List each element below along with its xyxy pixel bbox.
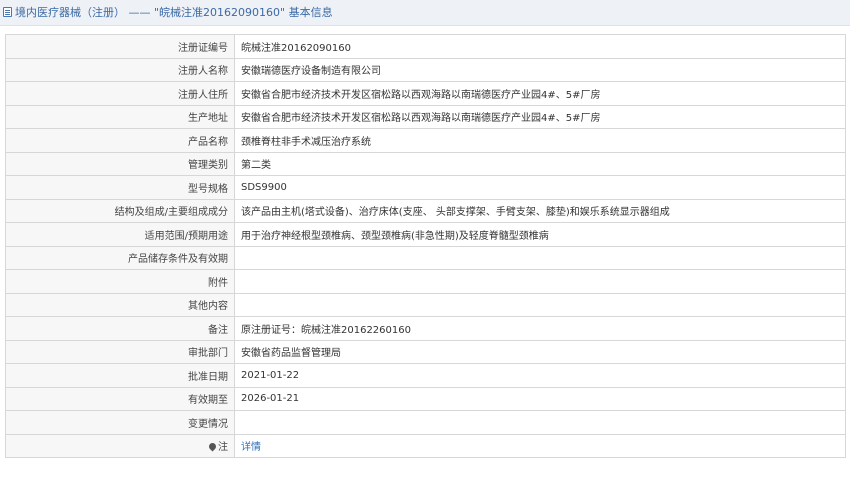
row-label: 结构及组成/主要组成成分 [5,198,235,223]
row-label: 变更情况 [5,410,235,435]
row-label: 注册人名称 [5,57,235,82]
row-value: SDS9900 [234,175,846,200]
table-row: 附件 [5,269,846,294]
table-row: 批准日期 2021-01-22 [5,363,846,388]
row-value [234,269,846,294]
row-value: 2026-01-21 [234,386,846,411]
row-label: 注册证编号 [5,34,235,59]
note-row: 注 详情 [5,433,846,458]
row-label: 适用范围/预期用途 [5,222,235,247]
table-row: 型号规格 SDS9900 [5,175,846,200]
row-label: 管理类别 [5,151,235,176]
row-label: 备注 [5,316,235,341]
page-header: 境内医疗器械（注册） —— "皖械注准20162090160" 基本信息 [0,0,850,26]
table-row: 审批部门 安徽省药品监督管理局 [5,339,846,364]
table-row: 注册人名称 安徽瑞德医疗设备制造有限公司 [5,57,846,82]
row-value: 用于治疗神经根型颈椎病、颈型颈椎病(非急性期)及轻度脊髓型颈椎病 [234,222,846,247]
table-row: 管理类别 第二类 [5,151,846,176]
document-icon [3,7,12,17]
note-value-cell: 详情 [234,433,846,458]
row-value [234,292,846,317]
table-row: 产品名称 颈椎脊柱非手术减压治疗系统 [5,128,846,153]
row-label: 注册人住所 [5,81,235,106]
table-row: 备注 原注册证号：皖械注准20162260160 [5,316,846,341]
row-value: 颈椎脊柱非手术减压治疗系统 [234,128,846,153]
row-label: 型号规格 [5,175,235,200]
note-label: 注 [218,442,228,454]
row-label: 审批部门 [5,339,235,364]
row-label: 有效期至 [5,386,235,411]
row-value: 第二类 [234,151,846,176]
row-value: 安徽省合肥市经济技术开发区宿松路以西观海路以南瑞德医疗产业园4#、5#厂房 [234,104,846,129]
table-row: 注册证编号 皖械注准20162090160 [5,34,846,59]
row-value: 2021-01-22 [234,363,846,388]
row-label: 生产地址 [5,104,235,129]
row-label: 产品储存条件及有效期 [5,245,235,270]
row-value [234,245,846,270]
row-value: 安徽省药品监督管理局 [234,339,846,364]
note-label-cell: 注 [5,433,235,458]
row-label: 批准日期 [5,363,235,388]
basic-info-table: 注册证编号 皖械注准20162090160 注册人名称 安徽瑞德医疗设备制造有限… [5,34,846,458]
row-value: 该产品由主机(塔式设备)、治疗床体(支座、 头部支撑架、手臂支架、膝垫)和娱乐系… [234,198,846,223]
table-row: 适用范围/预期用途 用于治疗神经根型颈椎病、颈型颈椎病(非急性期)及轻度脊髓型颈… [5,222,846,247]
table-row: 其他内容 [5,292,846,317]
row-value: 皖械注准20162090160 [234,34,846,59]
page-title: 境内医疗器械（注册） —— "皖械注准20162090160" 基本信息 [15,6,333,19]
row-value [234,410,846,435]
row-value: 原注册证号：皖械注准20162260160 [234,316,846,341]
table-row: 有效期至 2026-01-21 [5,386,846,411]
table-row: 变更情况 [5,410,846,435]
table-row: 产品储存条件及有效期 [5,245,846,270]
pin-icon [207,441,218,452]
details-link[interactable]: 详情 [241,442,261,453]
row-label: 其他内容 [5,292,235,317]
row-value: 安徽瑞德医疗设备制造有限公司 [234,57,846,82]
row-label: 附件 [5,269,235,294]
row-label: 产品名称 [5,128,235,153]
row-value: 安徽省合肥市经济技术开发区宿松路以西观海路以南瑞德医疗产业园4#、5#厂房 [234,81,846,106]
table-row: 注册人住所 安徽省合肥市经济技术开发区宿松路以西观海路以南瑞德医疗产业园4#、5… [5,81,846,106]
table-row: 生产地址 安徽省合肥市经济技术开发区宿松路以西观海路以南瑞德医疗产业园4#、5#… [5,104,846,129]
table-row: 结构及组成/主要组成成分 该产品由主机(塔式设备)、治疗床体(支座、 头部支撑架… [5,198,846,223]
